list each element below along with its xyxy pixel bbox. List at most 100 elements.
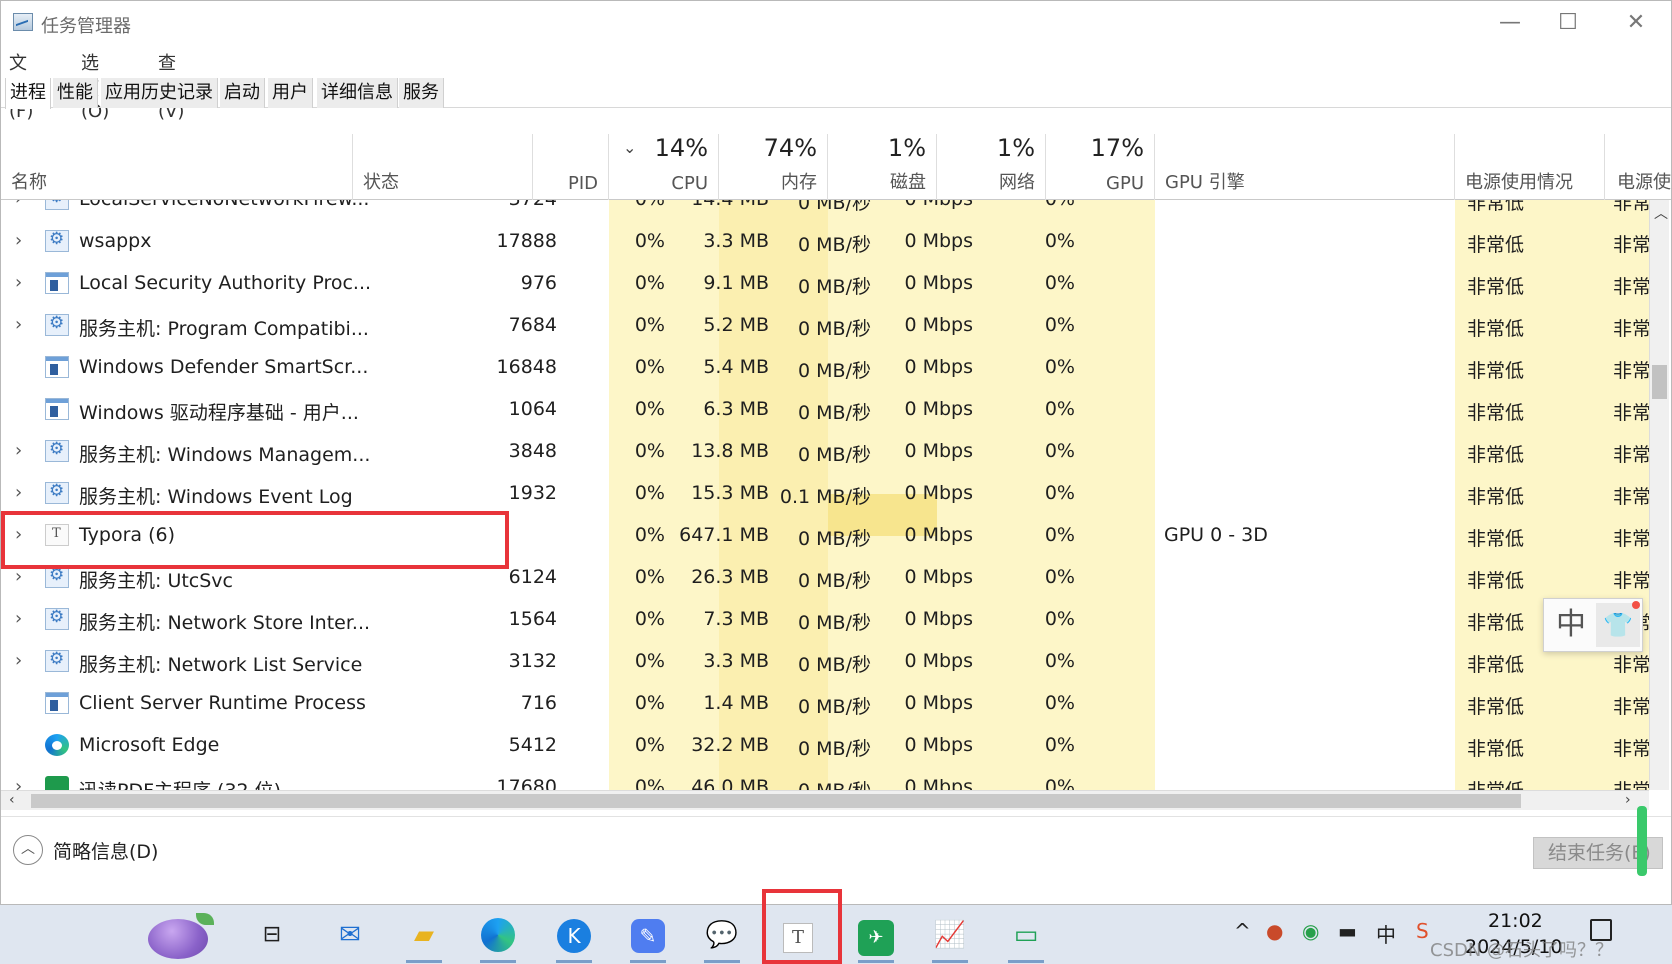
sort-chevron-icon: ⌄ (623, 138, 637, 157)
scroll-right-arrow-icon[interactable]: › (1625, 792, 1631, 808)
horizontal-scrollbar[interactable]: ‹ › (1, 790, 1649, 810)
side-widget-bar[interactable] (1637, 806, 1647, 876)
column-pid[interactable]: PID (533, 134, 609, 200)
column-gpu[interactable]: 17% GPU (1046, 134, 1155, 200)
process-row[interactable]: › wsappx 17888 0% 3.3 MB 0 MB/秒 0 Mbps 0% 非常低 非常 (1, 220, 1653, 262)
process-row[interactable]: › 服务主机: Network Store Inter... 1564 0% 7.3 M… (1, 598, 1653, 640)
process-cpu: 0% (634, 524, 665, 546)
row-expander-chevron-icon[interactable]: › (15, 608, 22, 629)
process-pid: 7684 (508, 314, 557, 336)
process-network: 0 Mbps (904, 692, 973, 714)
tab-users[interactable]: 用户 (268, 78, 313, 108)
process-power-trend: 非常 (1613, 234, 1652, 256)
tab-startup[interactable]: 启动 (220, 78, 265, 108)
row-expander-chevron-icon[interactable]: › (15, 650, 22, 671)
process-disk: 0 MB/秒 (798, 738, 871, 760)
window-title: 任务管理器 (41, 16, 131, 37)
row-expander-chevron-icon[interactable]: › (15, 482, 22, 503)
column-status-label: 状态 (363, 172, 399, 193)
qq-tray-icon[interactable]: ● (1266, 919, 1283, 943)
ime-tray-indicator[interactable]: 中 (1376, 919, 1396, 948)
sogou-tray-icon[interactable]: S (1416, 919, 1429, 943)
process-pid: 5412 (508, 734, 557, 756)
tab-performance[interactable]: 性能 (53, 78, 98, 108)
maximize-button[interactable]: ☐ (1533, 1, 1603, 45)
process-row[interactable]: › 服务主机: Program Compatibi... 7684 0% 5.2 MB 0… (1, 304, 1653, 346)
task-manager-window: 任务管理器 — ☐ ✕ 文件(F) 选项(O) 查看(V) 进程 性能 应用历史… (0, 0, 1672, 905)
tab-app-history[interactable]: 应用历史记录 (101, 78, 218, 108)
kugou-icon[interactable]: K (550, 913, 598, 963)
vertical-scroll-thumb[interactable] (1652, 365, 1667, 399)
row-expander-chevron-icon[interactable]: › (15, 230, 22, 251)
scroll-up-arrow-icon[interactable]: ︿ (1654, 203, 1668, 223)
column-disk[interactable]: 1% 磁盘 (828, 134, 937, 200)
column-pid-label: PID (567, 173, 598, 194)
row-expander-chevron-icon[interactable]: › (15, 776, 22, 790)
column-network[interactable]: 1% 网络 (937, 134, 1046, 200)
process-row[interactable]: › 服务主机: Windows Managem... 3848 0% 13.8 MB 0 … (1, 430, 1653, 472)
close-button[interactable]: ✕ (1601, 1, 1671, 45)
ime-floating-bar[interactable]: 中 👕 (1543, 598, 1643, 652)
file-explorer-icon[interactable]: ▰ (400, 913, 448, 963)
process-pid: 976 (520, 272, 557, 294)
process-row[interactable]: › 迅读PDF主程序 (32 位) 17680 0% 46.0 MB 0 MB/秒 0 Mb… (1, 766, 1653, 790)
clock-time[interactable]: 21:02 (1488, 910, 1543, 932)
process-row[interactable]: › LocalServiceNoNetworkFirew... 3724 0% 14.4… (1, 200, 1653, 220)
process-row[interactable]: Windows 驱动程序基础 - 用户... 1064 0% 6.3 MB 0 MB/秒… (1, 388, 1653, 430)
tray-overflow-chevron[interactable]: ^ (1234, 919, 1251, 943)
notification-center-icon[interactable] (1590, 919, 1612, 941)
horizontal-scroll-thumb[interactable] (31, 794, 1521, 808)
column-cpu[interactable]: ⌄ 14% CPU (609, 134, 719, 200)
process-pid: 716 (520, 692, 557, 714)
notes-icon[interactable]: ✎ (624, 913, 672, 963)
process-row[interactable]: › 服务主机: Network List Service 3132 0% 3.3 MB 0… (1, 640, 1653, 682)
column-power[interactable]: 电源使用情况 (1455, 134, 1605, 200)
vertical-scrollbar[interactable]: ︿ (1649, 200, 1669, 790)
process-power: 非常低 (1467, 738, 1525, 760)
battery-tray-icon[interactable]: ▬ (1338, 919, 1357, 943)
row-expander-chevron-icon[interactable]: › (15, 272, 22, 293)
pdf-reader-icon[interactable]: ✈ (852, 913, 900, 963)
process-power: 非常低 (1467, 486, 1525, 508)
process-power-trend: 非常 (1613, 528, 1652, 550)
column-name[interactable]: 名称 (1, 134, 353, 200)
row-expander-chevron-icon[interactable]: › (15, 314, 22, 335)
row-expander-chevron-icon[interactable]: › (15, 440, 22, 461)
tab-services[interactable]: 服务 (399, 78, 444, 108)
process-row[interactable]: Microsoft Edge 5412 0% 32.2 MB 0 MB/秒 0 Mbps 0… (1, 724, 1653, 766)
process-disk: 0 MB/秒 (798, 318, 871, 340)
process-row[interactable]: Windows Defender SmartScr... 16848 0% 5.4 M… (1, 346, 1653, 388)
process-row[interactable]: Client Server Runtime Process 716 0% 1.4 MB… (1, 682, 1653, 724)
process-gpu: 0% (1044, 524, 1075, 546)
security-tray-icon[interactable]: ◉ (1302, 919, 1319, 943)
process-row[interactable]: › Local Security Authority Proc... 976 0% 9.… (1, 262, 1653, 304)
column-power-trend[interactable]: 电源使 (1605, 134, 1671, 200)
column-status[interactable]: 状态 (353, 134, 533, 200)
process-disk: 0 MB/秒 (798, 612, 871, 634)
row-expander-chevron-icon[interactable]: › (15, 566, 22, 587)
fewer-details-link[interactable]: 简略信息(D) (53, 837, 158, 864)
scroll-left-arrow-icon[interactable]: ‹ (9, 792, 15, 808)
wechat-icon[interactable]: 💬 (698, 913, 746, 963)
task-view-icon[interactable]: ⊟ (248, 913, 296, 957)
copilot-icon[interactable] (140, 907, 220, 963)
process-memory: 13.8 MB (691, 440, 769, 462)
shirt-icon[interactable]: 👕 (1596, 603, 1640, 647)
column-gpu-engine[interactable]: GPU 引擎 (1155, 134, 1455, 200)
tab-processes[interactable]: 进程 (5, 78, 51, 109)
process-gpu: 0% (1044, 776, 1075, 790)
gpu-total: 17% (1090, 134, 1144, 162)
edge-icon (45, 734, 69, 756)
screen-share-icon[interactable]: ▭ (1002, 913, 1050, 963)
collapse-chevron-icon[interactable]: ︿ (13, 835, 43, 865)
column-cpu-label: CPU (671, 173, 708, 194)
ime-chinese-mode[interactable]: 中 (1550, 603, 1592, 647)
task-manager-icon[interactable]: 📈 (926, 913, 974, 963)
row-expander-chevron-icon[interactable]: › (15, 200, 22, 209)
column-memory[interactable]: 74% 内存 (719, 134, 828, 200)
process-gpu: 0% (1044, 356, 1075, 378)
edge-icon[interactable] (474, 913, 522, 963)
mail-icon[interactable]: ✉ (326, 913, 374, 957)
process-row[interactable]: › 服务主机: Windows Event Log 1932 0% 15.3 MB 0.1… (1, 472, 1653, 514)
tab-details[interactable]: 详细信息 (317, 78, 398, 108)
